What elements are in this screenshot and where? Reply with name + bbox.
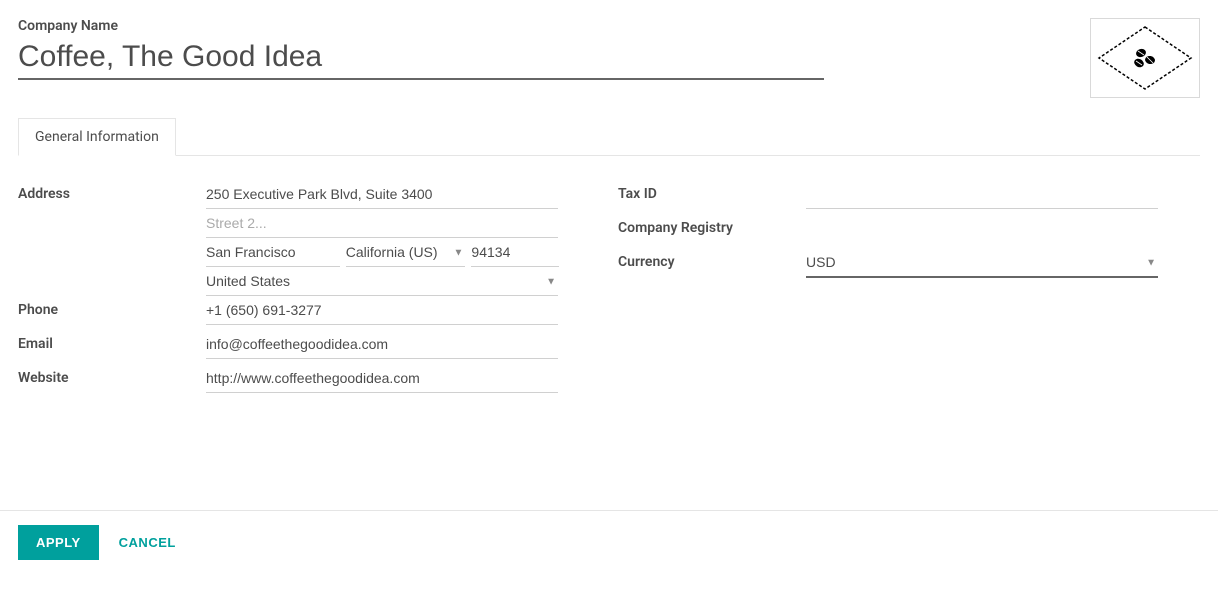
phone-label: Phone: [18, 296, 206, 318]
tax-id-label: Tax ID: [618, 180, 806, 202]
company-registry-label: Company Registry: [618, 214, 806, 236]
state-select[interactable]: [346, 238, 466, 267]
apply-button[interactable]: Apply: [18, 525, 99, 560]
row-email: Email: [18, 330, 558, 364]
email-input[interactable]: [206, 330, 558, 359]
company-name-label: Company Name: [18, 18, 824, 34]
row-website: Website: [18, 364, 558, 398]
cancel-button[interactable]: Cancel: [119, 535, 176, 550]
website-label: Website: [18, 364, 206, 386]
footer: Apply Cancel: [0, 510, 1218, 574]
phone-input[interactable]: [206, 296, 558, 325]
address-label: Address: [18, 180, 206, 202]
tab-general-information[interactable]: General Information: [18, 118, 176, 156]
website-input[interactable]: [206, 364, 558, 393]
form-columns: Address ▼ ▼: [18, 180, 1200, 398]
city-input[interactable]: [206, 238, 340, 267]
title-block: Company Name: [18, 18, 824, 80]
form-col-right: Tax ID Company Registry Currency ▼: [618, 180, 1158, 398]
coffee-logo-icon: [1095, 23, 1195, 93]
company-name-input[interactable]: [18, 36, 824, 80]
form-col-left: Address ▼ ▼: [18, 180, 558, 398]
email-label: Email: [18, 330, 206, 352]
tax-id-input[interactable]: [806, 180, 1158, 209]
row-currency: Currency ▼: [618, 248, 1158, 282]
row-phone: Phone: [18, 296, 558, 330]
header-row: Company Name: [18, 18, 1200, 98]
zip-input[interactable]: [471, 238, 559, 267]
company-registry-input[interactable]: [806, 214, 1158, 242]
country-select[interactable]: [206, 267, 558, 296]
tabs: General Information: [18, 118, 1200, 156]
company-logo[interactable]: [1090, 18, 1200, 98]
currency-label: Currency: [618, 248, 806, 270]
row-tax-id: Tax ID: [618, 180, 1158, 214]
currency-select[interactable]: [806, 248, 1158, 278]
row-address: Address ▼ ▼: [18, 180, 558, 296]
street2-input[interactable]: [206, 209, 558, 238]
row-company-registry: Company Registry: [618, 214, 1158, 248]
street-input[interactable]: [206, 180, 558, 209]
